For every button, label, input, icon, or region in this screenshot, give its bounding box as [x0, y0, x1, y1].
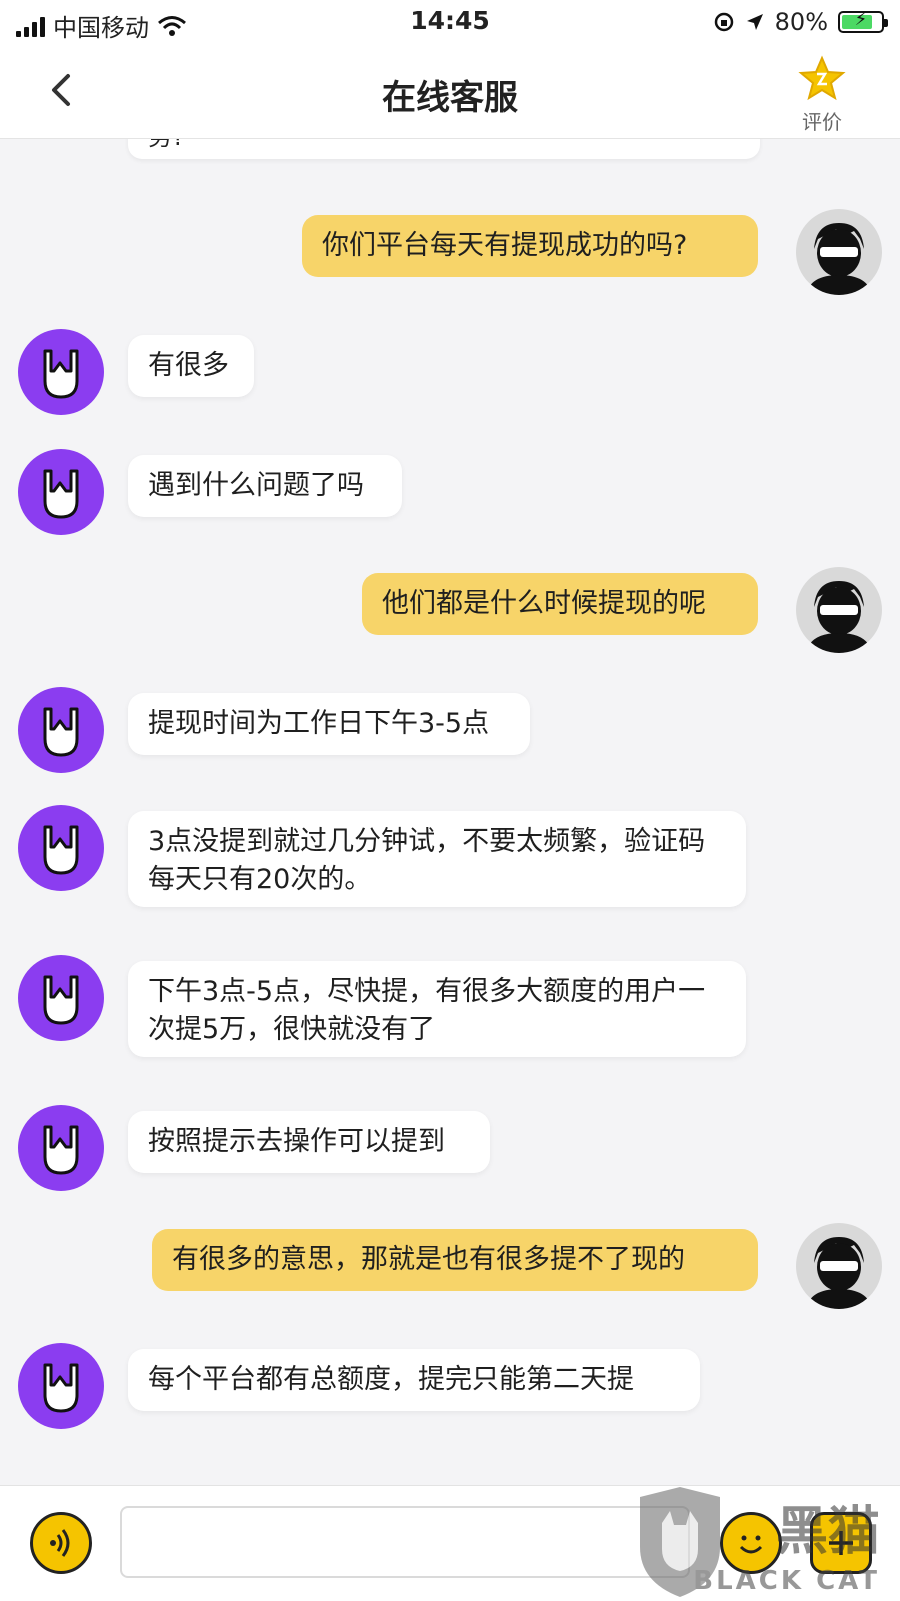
star-icon	[798, 55, 846, 101]
location-arrow-icon	[746, 14, 763, 30]
bot-avatar[interactable]	[18, 955, 104, 1041]
user-avatar[interactable]	[796, 1223, 882, 1309]
partial-message-text: 务?	[148, 139, 185, 151]
orientation-lock-icon	[714, 12, 733, 32]
voice-icon	[50, 1529, 70, 1557]
message-text: 下午3点-5点，尽快提，有很多大额度的用户一次提5万，很快就没有了	[148, 976, 706, 1045]
bot-avatar[interactable]	[18, 687, 104, 773]
bot-avatar[interactable]	[18, 329, 104, 415]
bot-message-bubble: 遇到什么问题了吗	[128, 455, 402, 517]
rock-hand-icon	[43, 469, 79, 519]
smile-icon	[739, 1535, 763, 1554]
message-text: 遇到什么问题了吗	[148, 470, 364, 501]
user-message-bubble: 他们都是什么时候提现的呢	[362, 573, 758, 635]
person-icon	[806, 581, 872, 653]
message-text: 你们平台每天有提现成功的吗?	[322, 230, 688, 261]
message-text: 有很多的意思，那就是也有很多提不了现的	[172, 1244, 685, 1275]
chat-area[interactable]: 务? 你们平台每天有提现成功的吗? 有很多	[0, 139, 900, 1485]
user-avatar[interactable]	[796, 567, 882, 653]
bot-message-bubble: 提现时间为工作日下午3-5点	[128, 693, 530, 755]
rock-hand-icon	[43, 1363, 79, 1413]
message-input[interactable]	[120, 1506, 690, 1578]
rate-button[interactable]: 评价	[784, 54, 860, 135]
person-icon	[806, 223, 872, 295]
status-bar: 中国移动 14:45 80% ⚡	[0, 0, 900, 46]
message-text: 有很多	[148, 350, 229, 381]
message-text: 他们都是什么时候提现的呢	[382, 588, 706, 619]
voice-button[interactable]	[30, 1512, 92, 1574]
message-text: 每个平台都有总额度，提完只能第二天提	[148, 1364, 634, 1395]
partial-message-bubble: 务?	[128, 139, 760, 159]
bot-message-bubble: 下午3点-5点，尽快提，有很多大额度的用户一次提5万，很快就没有了	[128, 961, 746, 1057]
bot-avatar[interactable]	[18, 805, 104, 891]
bot-message-bubble: 3点没提到就过几分钟试，不要太频繁，验证码每天只有20次的。	[128, 811, 746, 907]
rock-hand-icon	[43, 349, 79, 399]
bot-message-bubble: 按照提示去操作可以提到	[128, 1111, 490, 1173]
page-title: 在线客服	[382, 78, 518, 118]
bot-avatar[interactable]	[18, 449, 104, 535]
battery-icon: ⚡	[838, 9, 888, 33]
person-icon	[806, 1237, 872, 1309]
message-text: 提现时间为工作日下午3-5点	[148, 708, 490, 739]
plus-icon	[829, 1531, 853, 1555]
bot-avatar[interactable]	[18, 1105, 104, 1191]
rate-label: 评价	[802, 110, 842, 134]
user-avatar[interactable]	[796, 209, 882, 295]
more-button[interactable]	[810, 1512, 872, 1574]
rock-hand-icon	[43, 975, 79, 1025]
battery-percent: 80%	[774, 8, 828, 36]
user-message-bubble: 有很多的意思，那就是也有很多提不了现的	[152, 1229, 758, 1291]
input-bar	[0, 1485, 900, 1601]
nav-header: 在线客服 评价	[0, 46, 900, 139]
bot-message-bubble: 每个平台都有总额度，提完只能第二天提	[128, 1349, 700, 1411]
rock-hand-icon	[43, 707, 79, 757]
status-right: 80% ⚡	[713, 8, 888, 36]
message-text: 3点没提到就过几分钟试，不要太频繁，验证码每天只有20次的。	[148, 826, 706, 895]
rock-hand-icon	[43, 825, 79, 875]
bot-message-bubble: 有很多	[128, 335, 254, 397]
bot-avatar[interactable]	[18, 1343, 104, 1429]
user-message-bubble: 你们平台每天有提现成功的吗?	[302, 215, 758, 277]
message-text: 按照提示去操作可以提到	[148, 1126, 445, 1157]
emoji-button[interactable]	[720, 1512, 782, 1574]
rock-hand-icon	[43, 1125, 79, 1175]
